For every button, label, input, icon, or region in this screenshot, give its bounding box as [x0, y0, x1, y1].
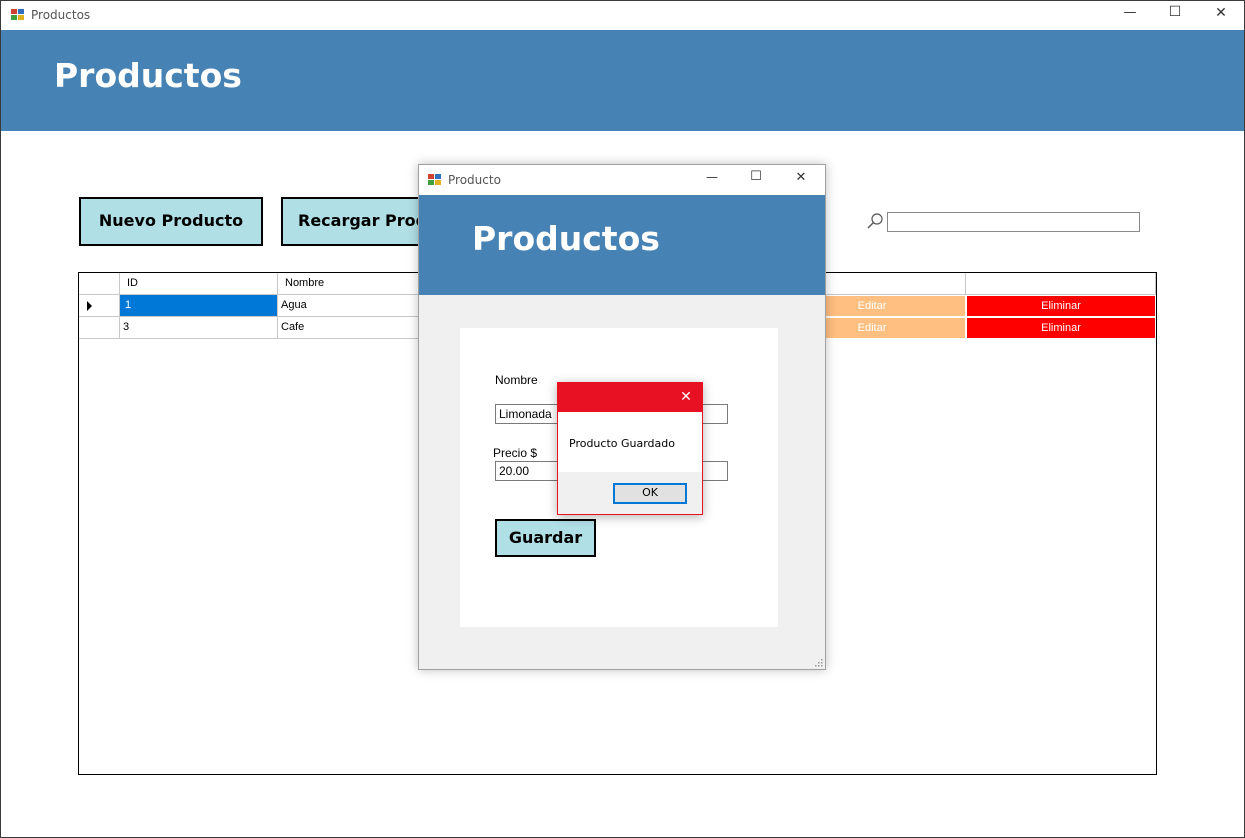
row-selector[interactable]	[79, 295, 120, 317]
message-box: ✕ Producto Guardado OK	[557, 382, 703, 515]
maximize-button[interactable]: ☐	[1158, 4, 1192, 20]
table-cell-id[interactable]: 3	[120, 317, 278, 339]
resize-grip-icon[interactable]	[813, 657, 823, 667]
search-input[interactable]	[887, 212, 1140, 232]
app-icon	[428, 174, 442, 186]
dialog-header-band: Productos	[419, 195, 825, 295]
minimize-button[interactable]: —	[695, 170, 729, 184]
message-box-titlebar[interactable]: ✕	[558, 383, 702, 412]
close-button[interactable]: ✕	[1204, 5, 1238, 21]
delete-button[interactable]: Eliminar	[966, 295, 1156, 317]
precio-label: Precio $	[493, 446, 538, 460]
close-button[interactable]: ✕	[784, 170, 818, 185]
nombre-label: Nombre	[495, 373, 538, 387]
dialog-title: Producto	[448, 173, 501, 187]
main-titlebar[interactable]: Productos — ☐ ✕	[1, 1, 1244, 30]
delete-button[interactable]: Eliminar	[966, 317, 1156, 339]
row-selector[interactable]	[79, 317, 120, 339]
dialog-header-title: Productos	[472, 219, 660, 258]
header-band: Productos	[1, 30, 1244, 131]
maximize-button[interactable]: ☐	[739, 169, 773, 184]
current-row-icon	[87, 301, 92, 311]
new-product-button[interactable]: Nuevo Producto	[79, 197, 263, 246]
page-title: Productos	[54, 56, 242, 95]
column-header-delete[interactable]	[966, 273, 1156, 295]
main-window-title: Productos	[31, 8, 91, 22]
minimize-button[interactable]: —	[1113, 5, 1147, 20]
dialog-titlebar[interactable]: Producto — ☐ ✕	[419, 165, 825, 195]
ok-button[interactable]: OK	[613, 483, 687, 504]
save-button[interactable]: Guardar	[495, 519, 596, 557]
app-icon	[11, 9, 25, 21]
message-box-footer: OK	[558, 472, 702, 514]
table-cell-id[interactable]: 1	[120, 295, 278, 317]
message-text: Producto Guardado	[569, 437, 675, 450]
column-header-id[interactable]: ID	[120, 273, 278, 295]
search-icon	[867, 213, 883, 229]
row-header-corner	[79, 273, 120, 295]
message-box-close-button[interactable]: ✕	[672, 389, 700, 405]
